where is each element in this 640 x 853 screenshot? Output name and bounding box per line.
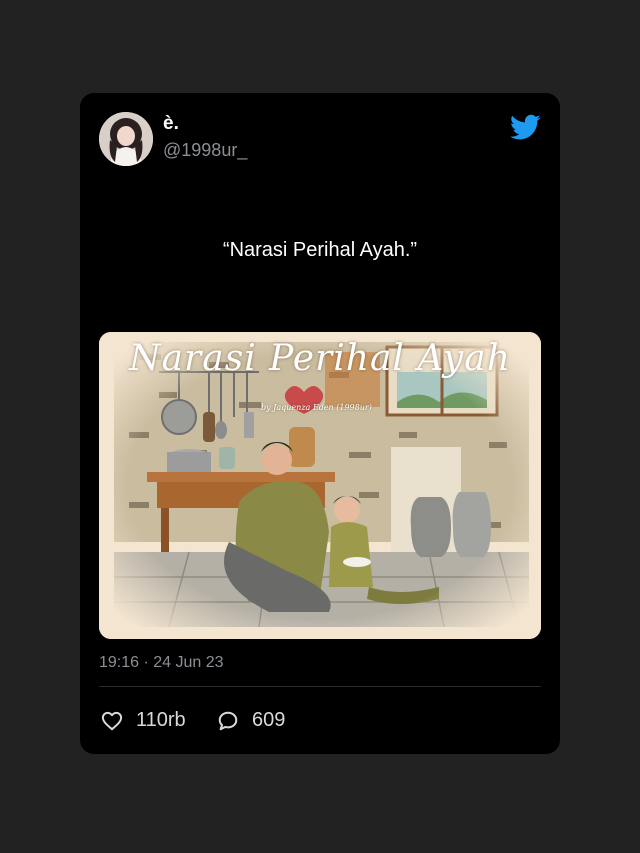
heart-icon [101, 711, 123, 730]
reply-button[interactable]: 609 [217, 709, 285, 732]
like-button[interactable]: 110rb [101, 709, 186, 732]
twitter-bird-icon [510, 114, 541, 140]
tweet-text: “Narasi Perihal Ayah.” [222, 239, 418, 261]
reply-count: 609 [252, 709, 286, 731]
speech-bubble-icon [218, 711, 238, 730]
tweet-media-image[interactable]: Narasi Perihal Ayah by Jaquenza Eden (19… [99, 332, 541, 639]
tweet-card: è. @1998ur_ “Narasi Perihal Ayah.” Naras… [80, 93, 560, 754]
artwork-title: Narasi Perihal Ayah [129, 338, 511, 379]
user-handle[interactable]: @1998ur_ [163, 140, 247, 161]
divider [99, 686, 541, 687]
tweet-timestamp[interactable]: 19:16 · 24 Jun 23 [99, 654, 224, 672]
display-name[interactable]: è. [163, 113, 179, 135]
artwork-credit: by Jaquenza Eden (1998ur) [261, 403, 372, 412]
like-count: 110rb [136, 709, 186, 731]
avatar[interactable] [99, 112, 153, 166]
